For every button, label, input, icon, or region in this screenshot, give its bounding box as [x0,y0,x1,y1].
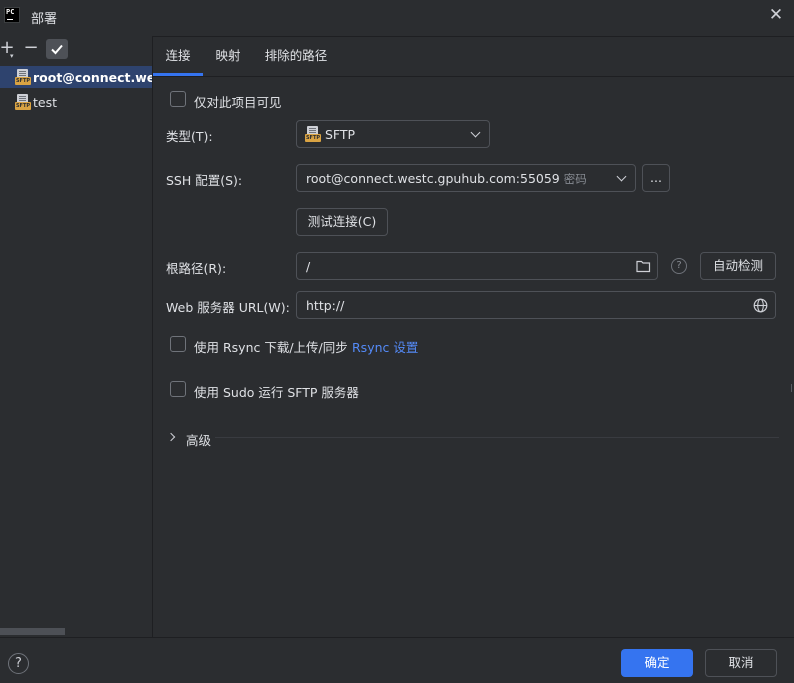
test-connection-button[interactable]: 测试连接(C) [296,208,388,236]
app-icon-text: PC [6,8,15,16]
footer-divider [0,637,794,638]
ssh-config-value: root@connect.westc.gpuhub.com:55059 密码 [306,171,587,186]
folder-icon[interactable] [636,259,651,273]
remove-server-button[interactable]: − [20,38,42,60]
visible-only-label: 仅对此项目可见 [194,95,282,110]
ok-button[interactable]: 确定 [621,649,693,677]
set-default-button[interactable] [46,39,68,59]
use-rsync-label: 使用 Rsync 下载/上传/同步 [194,340,348,355]
web-url-label: Web 服务器 URL(W): [166,300,290,315]
advanced-section-toggle[interactable]: 高级 [166,429,218,448]
checkmark-icon [51,44,63,55]
settings-tabs: 连接 映射 排除的路径 [153,36,794,76]
type-select[interactable]: SFTP SFTP [296,120,490,148]
pycharm-app-icon: PC [4,7,20,23]
sftp-type-icon: SFTP [305,126,321,142]
chevron-down-icon [616,171,627,182]
tab-excluded-paths[interactable]: 排除的路径 [264,36,328,76]
horizontal-scrollbar[interactable] [0,628,65,635]
type-value: SFTP [325,127,356,142]
advanced-label: 高级 [186,433,212,448]
server-list-toolbar: + ▾ − [0,36,152,62]
ssh-config-select[interactable]: root@connect.westc.gpuhub.com:55059 密码 [296,164,636,192]
server-item-test[interactable]: SFTP test [0,91,152,113]
rsync-settings-link[interactable]: Rsync 设置 [352,337,418,356]
ssh-auth-hint: 密码 [563,172,587,186]
globe-icon[interactable] [753,298,768,313]
autodetect-button[interactable]: 自动检测 [700,252,776,280]
chevron-right-icon [166,432,176,442]
type-label: 类型(T): [166,129,213,144]
web-url-input[interactable]: http:// [296,291,776,319]
window-title: 部署 [31,12,58,27]
panel-splitter[interactable] [152,36,153,637]
minus-icon: − [23,37,39,58]
advanced-separator [215,437,779,438]
use-rsync-checkbox[interactable] [170,336,186,352]
tab-connection[interactable]: 连接 [153,36,203,76]
root-path-input[interactable]: / [296,252,658,280]
close-icon[interactable]: ✕ [767,6,785,24]
web-url-value: http:// [306,298,345,313]
tab-mappings[interactable]: 映射 [213,36,243,76]
tabs-divider [153,76,794,77]
ssh-config-label: SSH 配置(S): [166,173,243,188]
server-item-label: test [33,94,58,110]
chevron-down-icon [470,127,481,138]
sftp-server-icon: SFTP [15,94,31,110]
root-path-value: / [306,259,311,274]
root-path-label: 根路径(R): [166,261,227,276]
resize-edge-marker: | [790,383,793,392]
server-item-root[interactable]: SFTP root@connect.westc.gpuhub.com:55059 [0,66,152,88]
root-path-help-icon[interactable]: ? [671,258,687,274]
cancel-button[interactable]: 取消 [705,649,777,677]
server-list-panel: +▾ − SFTP root@connect.westc.gpuhub.com:… [0,36,152,637]
help-button[interactable]: ? [8,653,29,674]
use-sudo-label: 使用 Sudo 运行 SFTP 服务器 [194,385,359,400]
add-server-button[interactable]: + ▾ [0,38,18,61]
ssh-config-more-button[interactable]: ... [642,164,670,192]
use-sudo-checkbox[interactable] [170,381,186,397]
visible-only-checkbox[interactable] [170,91,186,107]
sftp-server-icon: SFTP [15,69,31,85]
server-item-label: root@connect.westc.gpuhub.com:55059 [33,69,152,85]
title-bar: PC 部署 ✕ [0,0,794,32]
